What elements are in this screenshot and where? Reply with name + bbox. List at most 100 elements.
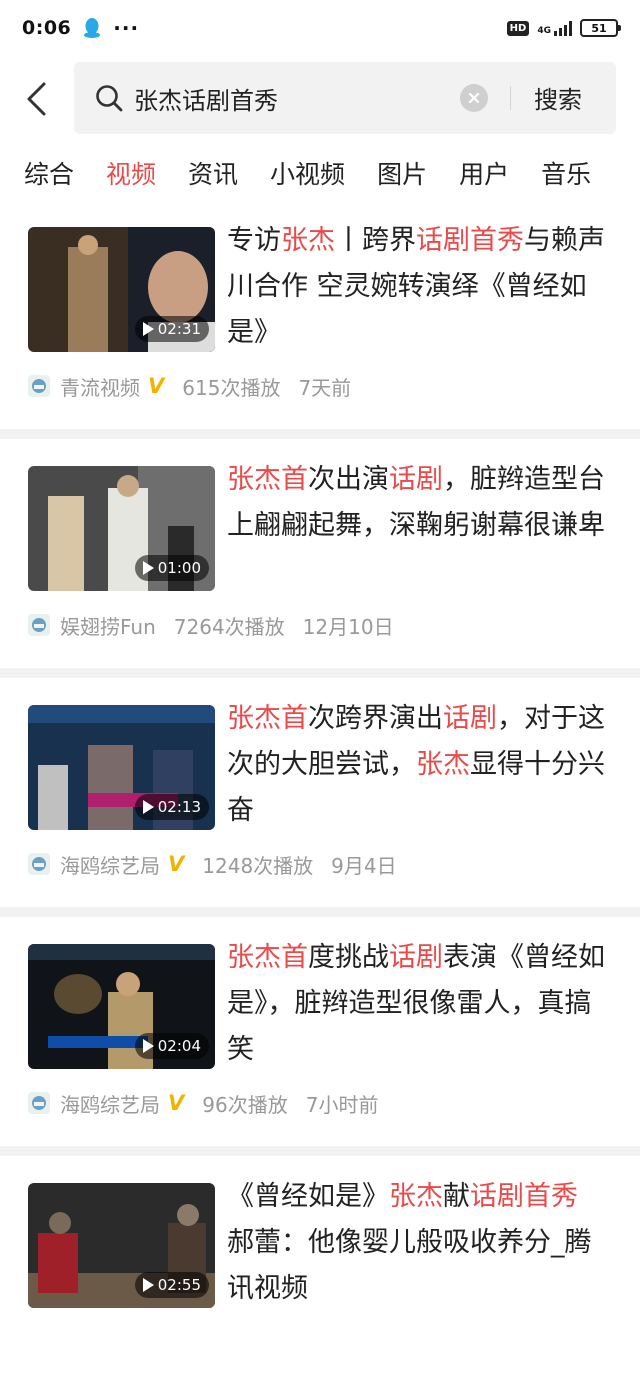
search-header: 搜索 [0, 60, 640, 138]
duration-text: 02:13 [157, 798, 201, 816]
video-result-item[interactable]: 01:00 张杰首次出演话剧，脏辫造型台上翩翩起舞，深鞠躬谢幕很谦卑娱翅捞Fun 7… [0, 439, 640, 668]
title-highlight: 张杰首 [227, 703, 308, 734]
results-list: 02:31 专访张杰丨跨界话剧首秀与赖声川合作 空灵婉转演绎《曾经如是》青流视频 V… [0, 200, 640, 1385]
search-button[interactable]: 搜索 [534, 80, 582, 115]
item-separator [0, 907, 640, 917]
play-icon [142, 561, 154, 575]
item-separator [0, 1146, 640, 1156]
play-icon [142, 1278, 154, 1292]
signal-icon: 4G [537, 20, 572, 36]
video-result-item[interactable]: 02:31 专访张杰丨跨界话剧首秀与赖声川合作 空灵婉转演绎《曾经如是》青流视频 V… [0, 200, 640, 429]
title-text: 丨跨界 [335, 225, 416, 256]
title-highlight: 张杰首 [227, 942, 308, 973]
video-thumbnail[interactable]: 01:00 [28, 466, 215, 591]
more-notifications-icon: ··· [113, 16, 140, 40]
title-highlight: 话剧 [389, 942, 443, 973]
play-count: 615次播放 [182, 375, 281, 400]
source-avatar-icon [28, 853, 50, 875]
duration-badge: 02:13 [134, 794, 209, 820]
clear-search-button[interactable] [460, 84, 488, 112]
source-name[interactable]: 青流视频 [60, 372, 140, 401]
source-avatar-icon [28, 614, 50, 636]
duration-text: 01:00 [157, 559, 201, 577]
publish-date: 7小时前 [305, 1092, 379, 1117]
verified-badge-icon: V [148, 374, 165, 398]
source-avatar-icon [28, 1092, 50, 1114]
source-name[interactable]: 娱翅捞Fun [60, 611, 156, 640]
source-name[interactable]: 海鸥综艺局 [60, 850, 160, 879]
title-highlight: 话剧 [389, 464, 443, 495]
search-input[interactable] [134, 84, 434, 112]
play-icon [142, 800, 154, 814]
status-bar: 0:06 ··· HD 4G 51 [0, 0, 640, 56]
duration-text: 02:31 [157, 320, 201, 338]
publish-date: 12月10日 [302, 614, 394, 639]
category-tabs: 综合 视频 资讯 小视频 图片 用户 音乐 [0, 146, 640, 200]
close-icon [468, 92, 480, 104]
video-title[interactable]: 张杰首次出演话剧，脏辫造型台上翩翩起舞，深鞠躬谢幕很谦卑 [227, 457, 612, 549]
source-name[interactable]: 海鸥综艺局 [60, 1089, 160, 1118]
play-icon [142, 1039, 154, 1053]
play-icon [142, 322, 154, 336]
video-meta: 海鸥综艺局 V 96次播放 7小时前 [28, 1089, 378, 1117]
tab-4[interactable]: 图片 [377, 155, 427, 191]
video-title[interactable]: 《曾经如是》张杰献话剧首秀 郝蕾：他像婴儿般吸收养分_腾讯视频 [227, 1174, 612, 1312]
title-text: 次跨界演出 [308, 703, 443, 734]
video-result-item[interactable]: 02:04 张杰首度挑战话剧表演《曾经如是》，脏辫造型很像雷人，真搞笑海鸥综艺局 V… [0, 917, 640, 1146]
title-highlight: 话剧 [443, 703, 497, 734]
video-thumbnail[interactable]: 02:31 [28, 227, 215, 352]
search-divider [510, 86, 511, 110]
video-result-item[interactable]: 02:55 《曾经如是》张杰献话剧首秀 郝蕾：他像婴儿般吸收养分_腾讯视频 [0, 1156, 640, 1385]
item-separator [0, 429, 640, 439]
title-text: 献 [443, 1181, 470, 1212]
battery-icon: 51 [580, 19, 621, 37]
title-text: 专访 [227, 225, 281, 256]
title-highlight: 话剧首秀 [416, 225, 524, 256]
video-thumbnail[interactable]: 02:13 [28, 705, 215, 830]
tab-1[interactable]: 视频 [106, 155, 156, 191]
source-avatar-icon [28, 375, 50, 397]
search-box[interactable]: 搜索 [74, 62, 616, 134]
search-icon [96, 85, 123, 112]
play-count: 96次播放 [202, 1092, 288, 1117]
back-arrow-icon [27, 82, 46, 116]
title-text: 郝蕾：他像婴儿般吸收养分_腾讯视频 [227, 1227, 592, 1304]
duration-badge: 01:00 [134, 555, 209, 581]
title-highlight: 张杰首 [227, 464, 308, 495]
play-count: 1248次播放 [202, 853, 314, 878]
duration-text: 02:55 [157, 1276, 201, 1294]
tab-3[interactable]: 小视频 [270, 155, 345, 191]
video-title[interactable]: 专访张杰丨跨界话剧首秀与赖声川合作 空灵婉转演绎《曾经如是》 [227, 218, 612, 356]
title-highlight: 张杰 [416, 749, 470, 780]
verified-badge-icon: V [168, 852, 185, 876]
title-highlight: 话剧首秀 [470, 1181, 578, 1212]
hd-badge: HD [506, 20, 530, 36]
video-result-item[interactable]: 02:13 张杰首次跨界演出话剧，对于这次的大胆尝试，张杰显得十分兴奋海鸥综艺局 V… [0, 678, 640, 907]
duration-badge: 02:55 [134, 1272, 209, 1298]
video-thumbnail[interactable]: 02:55 [28, 1183, 215, 1308]
tab-2[interactable]: 资讯 [188, 155, 238, 191]
title-text: 次出演 [308, 464, 389, 495]
tab-5[interactable]: 用户 [459, 155, 509, 191]
publish-date: 9月4日 [331, 853, 397, 878]
item-separator [0, 668, 640, 678]
publish-date: 7天前 [298, 375, 352, 400]
video-thumbnail[interactable]: 02:04 [28, 944, 215, 1069]
video-title[interactable]: 张杰首次跨界演出话剧，对于这次的大胆尝试，张杰显得十分兴奋 [227, 696, 612, 834]
play-count: 7264次播放 [173, 614, 285, 639]
tab-6[interactable]: 音乐 [541, 155, 591, 191]
title-text: 度挑战 [308, 942, 389, 973]
video-meta: 海鸥综艺局 V 1248次播放 9月4日 [28, 850, 397, 878]
video-title[interactable]: 张杰首度挑战话剧表演《曾经如是》，脏辫造型很像雷人，真搞笑 [227, 935, 612, 1073]
status-time: 0:06 [22, 17, 72, 39]
verified-badge-icon: V [168, 1091, 185, 1115]
back-button[interactable] [0, 60, 72, 138]
battery-level: 51 [591, 21, 607, 35]
duration-badge: 02:04 [134, 1033, 209, 1059]
tab-0[interactable]: 综合 [24, 155, 74, 191]
video-meta: 娱翅捞Fun 7264次播放 12月10日 [28, 611, 394, 639]
title-highlight: 张杰 [281, 225, 335, 256]
duration-text: 02:04 [157, 1037, 201, 1055]
duration-badge: 02:31 [134, 316, 209, 342]
qq-icon [84, 18, 101, 38]
